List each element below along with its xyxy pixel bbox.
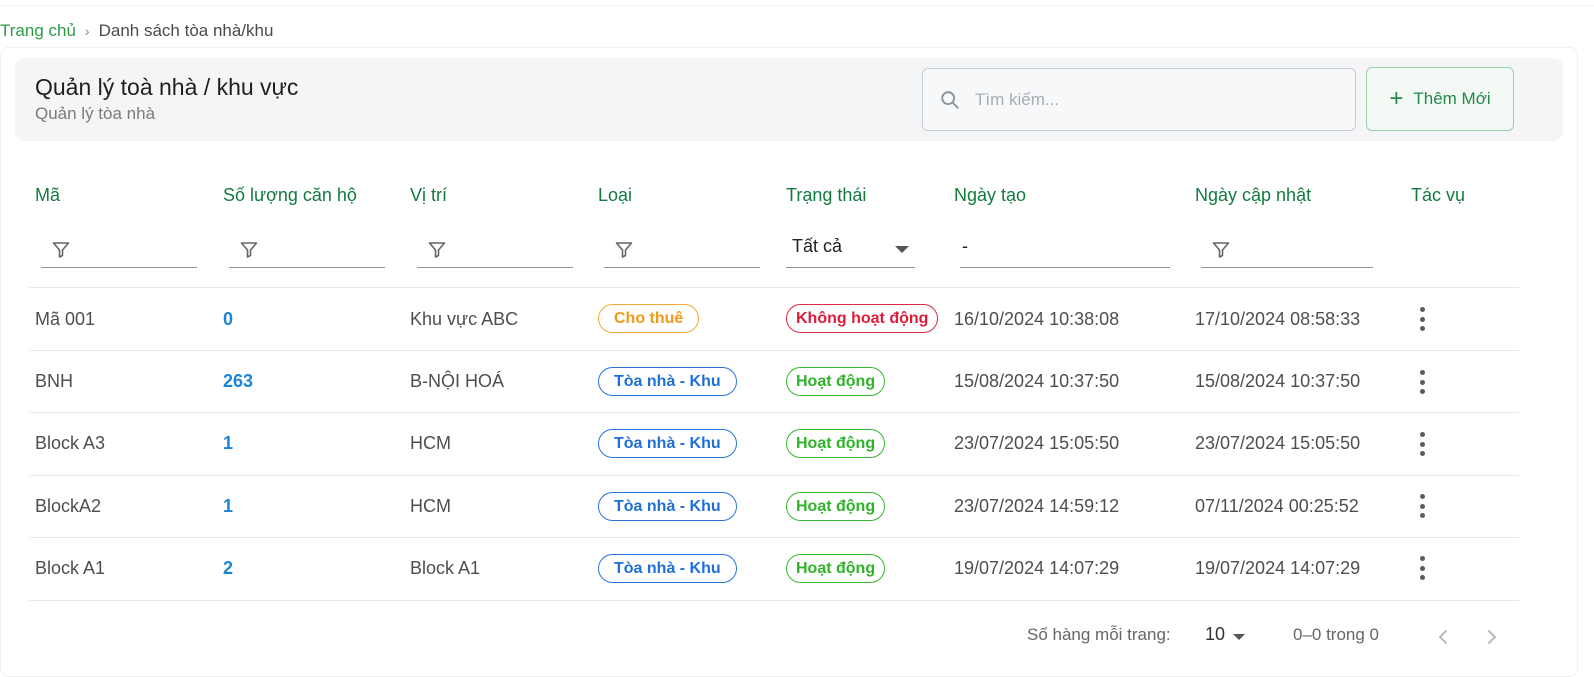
pagination-range: 0–0 trong 0	[1293, 625, 1380, 644]
content-card	[0, 47, 1578, 677]
cell-created: 23/07/2024 14:59:12	[954, 496, 1120, 516]
cell-location: Khu vực ABC	[410, 309, 519, 329]
more-actions-icon[interactable]	[1410, 367, 1434, 397]
filter-icon	[240, 242, 258, 258]
cell-created: 16/10/2024 10:38:08	[954, 309, 1120, 329]
cell-apartments-link[interactable]: 2	[223, 555, 233, 581]
cell-code: Block A3	[35, 433, 106, 453]
row-divider	[29, 537, 1519, 538]
cell-code: Block A1	[35, 558, 106, 578]
add-new-label: Thêm Mới	[1413, 89, 1491, 108]
status-badge: Hoạt động	[786, 554, 886, 583]
filter-created-value: -	[962, 236, 968, 256]
status-badge: Hoạt động	[786, 429, 886, 458]
cell-created: 15/08/2024 10:37:50	[954, 371, 1120, 391]
filter-status-value: Tất cả	[792, 236, 843, 256]
column-header-apartments[interactable]: Số lượng căn hộ	[223, 185, 357, 206]
chevron-left-icon[interactable]	[1433, 627, 1453, 647]
cell-location: B-NỘI HOÁ	[410, 371, 505, 391]
cell-updated: 07/11/2024 00:25:52	[1195, 496, 1359, 516]
filter-icon	[1212, 242, 1230, 258]
filter-created-date[interactable]: -	[960, 232, 1170, 268]
cell-location: HCM	[410, 433, 451, 453]
filter-type[interactable]	[604, 232, 760, 268]
cell-updated: 15/08/2024 10:37:50	[1195, 371, 1361, 391]
cell-created: 19/07/2024 14:07:29	[954, 558, 1120, 578]
cell-apartments-link[interactable]: 0	[223, 306, 233, 332]
cell-updated: 19/07/2024 14:07:29	[1195, 558, 1361, 578]
column-header-updated[interactable]: Ngày cập nhật	[1195, 185, 1311, 206]
cell-apartments-link[interactable]: 1	[223, 430, 233, 456]
cell-created: 23/07/2024 15:05:50	[954, 433, 1120, 453]
add-new-button[interactable]: + Thêm Mới	[1366, 67, 1514, 131]
status-badge: Không hoạt động	[786, 304, 939, 333]
chevron-down-icon[interactable]	[1233, 634, 1245, 640]
cell-code: Mã 001	[35, 309, 96, 329]
more-actions-icon[interactable]	[1410, 304, 1434, 334]
table-divider	[29, 287, 1519, 288]
type-badge: Tòa nhà - Khu	[598, 492, 737, 521]
search-input[interactable]	[975, 69, 1345, 130]
filter-icon	[428, 242, 446, 258]
filter-code[interactable]	[41, 232, 197, 268]
filter-status-select[interactable]: Tất cả	[786, 232, 915, 268]
more-actions-icon[interactable]	[1410, 429, 1434, 459]
search-icon	[941, 91, 959, 109]
page-subtitle: Quản lý tòa nhà	[35, 104, 156, 123]
breadcrumb-current: Danh sách tòa nhà/khu	[98, 21, 274, 40]
column-header-actions: Tác vụ	[1411, 185, 1466, 205]
chevron-down-icon	[895, 246, 909, 253]
row-divider	[29, 475, 1519, 476]
breadcrumb-home-link[interactable]: Trang chủ	[0, 21, 76, 41]
column-header-status[interactable]: Trạng thái	[786, 185, 866, 206]
cell-code: BNH	[35, 371, 74, 391]
cell-updated: 17/10/2024 08:58:33	[1195, 309, 1361, 329]
more-actions-icon[interactable]	[1410, 553, 1434, 583]
row-divider	[29, 350, 1519, 351]
type-badge: Cho thuê	[598, 304, 700, 333]
row-divider	[29, 600, 1519, 601]
rows-per-page-label: Số hàng mỗi trang:	[1027, 625, 1171, 644]
more-actions-icon[interactable]	[1410, 491, 1434, 521]
status-badge: Hoạt động	[786, 492, 886, 521]
cell-code: BlockA2	[35, 496, 102, 516]
column-header-created[interactable]: Ngày tạo	[954, 185, 1026, 206]
filter-location[interactable]	[417, 232, 573, 268]
cell-apartments-link[interactable]: 263	[223, 368, 253, 394]
filter-icon	[615, 242, 633, 258]
type-badge: Tòa nhà - Khu	[598, 429, 737, 458]
column-header-location[interactable]: Vị trí	[410, 185, 447, 206]
filter-apartments[interactable]	[229, 232, 385, 268]
status-badge: Hoạt động	[786, 367, 886, 396]
filter-icon	[52, 242, 70, 258]
rows-per-page-select[interactable]: 10	[1205, 624, 1225, 645]
top-divider	[0, 0, 1594, 6]
breadcrumb-separator-icon: ›	[84, 23, 90, 39]
cell-location: HCM	[410, 496, 451, 516]
cell-location: Block A1	[410, 558, 481, 578]
cell-apartments-link[interactable]: 1	[223, 493, 233, 519]
column-header-code[interactable]: Mã	[35, 185, 60, 206]
breadcrumb: Trang chủ › Danh sách tòa nhà/khu	[0, 19, 273, 43]
page-title: Quản lý toà nhà / khu vực	[35, 74, 299, 100]
plus-icon: +	[1389, 85, 1404, 112]
search-box[interactable]	[922, 68, 1356, 131]
row-divider	[29, 412, 1519, 413]
cell-updated: 23/07/2024 15:05:50	[1195, 433, 1361, 453]
type-badge: Tòa nhà - Khu	[598, 367, 737, 396]
column-header-type[interactable]: Loại	[598, 185, 632, 206]
chevron-right-icon[interactable]	[1482, 627, 1502, 647]
filter-updated[interactable]	[1201, 232, 1373, 268]
type-badge: Tòa nhà - Khu	[598, 554, 737, 583]
